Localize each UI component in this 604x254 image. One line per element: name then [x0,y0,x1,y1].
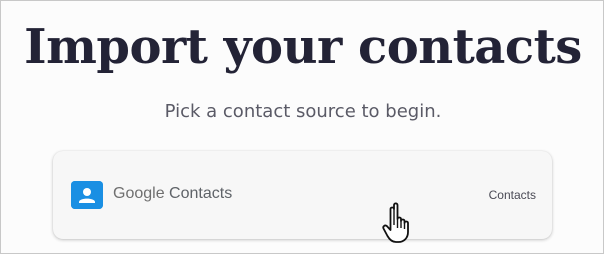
page-title: Import your contacts [24,19,582,75]
window: Import your contacts Pick a contact sour… [0,0,604,254]
hand-pointer-icon [381,201,417,245]
source-category: Contacts [488,188,536,202]
google-contacts-icon [71,181,103,209]
source-card-google-contacts[interactable]: Google Contacts Contacts [53,151,552,239]
source-product: Contacts [169,185,233,202]
page-subtitle: Pick a contact source to begin. [164,101,442,122]
source-name: Google Contacts [113,184,232,204]
source-brand: Google [113,185,165,202]
